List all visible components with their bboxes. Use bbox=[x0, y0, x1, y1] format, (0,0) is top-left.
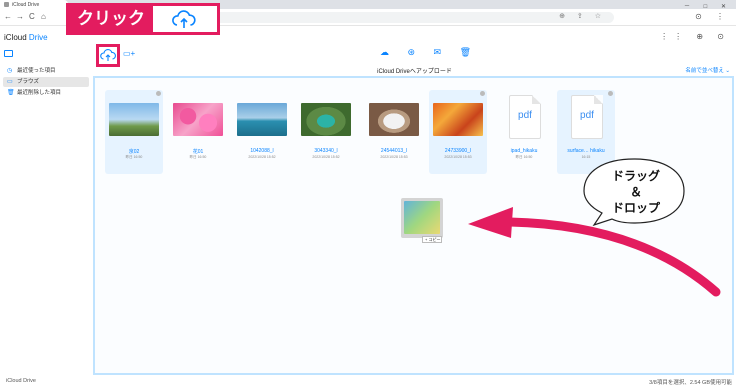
file-name: 3043340_l bbox=[314, 148, 338, 154]
file-item[interactable]: 1042088_l 2022/10/28 15:52 bbox=[233, 90, 291, 174]
file-date: 2022/10/28 15:52 bbox=[248, 155, 276, 159]
cloud-upload-icon bbox=[100, 49, 116, 61]
file-name: 花01 bbox=[192, 149, 204, 155]
sort-dropdown[interactable]: 名前で並べ替え ⌄ bbox=[685, 66, 730, 74]
drag-drop-label: ドラッグ ＆ ドロップ bbox=[611, 169, 660, 215]
file-thumbnail bbox=[301, 103, 351, 136]
file-date: 2022/10/28 15:52 bbox=[312, 155, 340, 159]
file-name: 京02 bbox=[128, 149, 140, 155]
sidebar: ◷ 最近使った項目 ▭ ブラウズ 🗑 最近削除した項目 bbox=[0, 48, 93, 375]
download-icon[interactable] bbox=[608, 91, 613, 96]
sidebar-item-recents[interactable]: ◷ 最近使った項目 bbox=[3, 66, 89, 76]
file-name: 24733900_l bbox=[444, 148, 472, 154]
clock-icon: ◷ bbox=[7, 68, 13, 74]
file-thumbnail bbox=[237, 103, 287, 136]
file-date: 2022/10/28 15:53 bbox=[444, 155, 472, 159]
file-date: 2022/10/28 15:53 bbox=[380, 155, 408, 159]
cloud-upload-icon bbox=[172, 10, 196, 28]
main-toolbar: ▭+ ☁ ⊛ ✉ 🗑 bbox=[93, 44, 736, 67]
home-icon[interactable]: ⌂ bbox=[41, 12, 46, 22]
browser-tab[interactable]: iCloud Drive bbox=[0, 0, 68, 9]
sidebar-item-label: ブラウズ bbox=[17, 79, 40, 85]
new-folder-icon[interactable]: ▭+ bbox=[123, 49, 135, 58]
apple-icon bbox=[4, 2, 9, 7]
pdf-document-icon: pdf bbox=[509, 95, 541, 139]
status-bar: iCloud Drive 3/8項目を選択、2.54 GB使用可能 bbox=[0, 375, 736, 388]
click-label: クリック bbox=[69, 6, 153, 32]
file-item[interactable]: 3043340_l 2022/10/28 15:52 bbox=[297, 90, 355, 174]
page-title: iCloud Driveへアップロード bbox=[377, 69, 452, 75]
file-name: 24544013_l bbox=[380, 148, 408, 154]
file-item[interactable]: 24733900_l 2022/10/28 15:53 bbox=[429, 90, 487, 174]
status-brand: iCloud Drive bbox=[6, 378, 36, 384]
file-name: 1042088_l bbox=[250, 148, 274, 154]
dragged-file-thumbnail[interactable] bbox=[401, 198, 443, 238]
selection-status: 3/8項目を選択、2.54 GB使用可能 bbox=[649, 380, 732, 386]
file-thumbnail bbox=[109, 103, 159, 136]
copy-badge: + コピー bbox=[422, 236, 442, 243]
file-item[interactable]: 京02 昨日 16:50 bbox=[105, 90, 163, 174]
file-date: 昨日 16:50 bbox=[189, 155, 207, 159]
trash-icon: 🗑 bbox=[7, 90, 15, 96]
tab-title: iCloud Drive bbox=[12, 2, 40, 8]
omnibox-icons[interactable]: ⊕ ⇪ ☆ bbox=[559, 12, 606, 20]
back-icon[interactable]: ← bbox=[4, 12, 12, 22]
download-icon[interactable] bbox=[156, 91, 161, 96]
file-thumbnail bbox=[433, 103, 483, 136]
file-item[interactable]: pdf ipad_hikaku 昨日 16:50 bbox=[495, 90, 553, 174]
file-thumbnail bbox=[369, 103, 419, 136]
folder-icon: ▭ bbox=[7, 79, 13, 85]
sidebar-item-browse[interactable]: ▭ ブラウズ bbox=[3, 77, 89, 87]
sidebar-item-recently-deleted[interactable]: 🗑 最近削除した項目 bbox=[3, 88, 89, 98]
download-icon[interactable] bbox=[480, 91, 485, 96]
upload-button[interactable] bbox=[96, 44, 120, 67]
file-date: 昨日 16:50 bbox=[515, 155, 533, 159]
browser-menu-icons[interactable]: ⊙ ⋮ bbox=[695, 12, 730, 21]
file-thumbnail bbox=[173, 103, 223, 136]
icloud-logo[interactable]: iCloud Drive bbox=[4, 33, 48, 42]
reload-icon[interactable]: C bbox=[29, 12, 35, 22]
pdf-document-icon: pdf bbox=[571, 95, 603, 139]
file-name: surface… hikaku bbox=[567, 148, 605, 154]
header-actions[interactable]: ⋮⋮ ⊕ ⊙ bbox=[660, 32, 730, 41]
file-item[interactable]: 花01 昨日 16:50 bbox=[169, 90, 227, 174]
toolbar-action-icons[interactable]: ☁ ⊛ ✉ 🗑 bbox=[380, 47, 479, 58]
sidebar-item-label: 最近削除した項目 bbox=[17, 90, 62, 96]
file-date: 昨日 16:50 bbox=[125, 155, 143, 159]
file-name: ipad_hikaku bbox=[510, 148, 538, 154]
sidebar-item-label: 最近使った項目 bbox=[17, 68, 56, 74]
sidebar-toggle-icon[interactable] bbox=[4, 50, 13, 57]
click-annotation: クリック bbox=[66, 3, 220, 35]
forward-icon[interactable]: → bbox=[16, 12, 24, 22]
file-item[interactable]: 24544013_l 2022/10/28 15:53 bbox=[365, 90, 423, 174]
